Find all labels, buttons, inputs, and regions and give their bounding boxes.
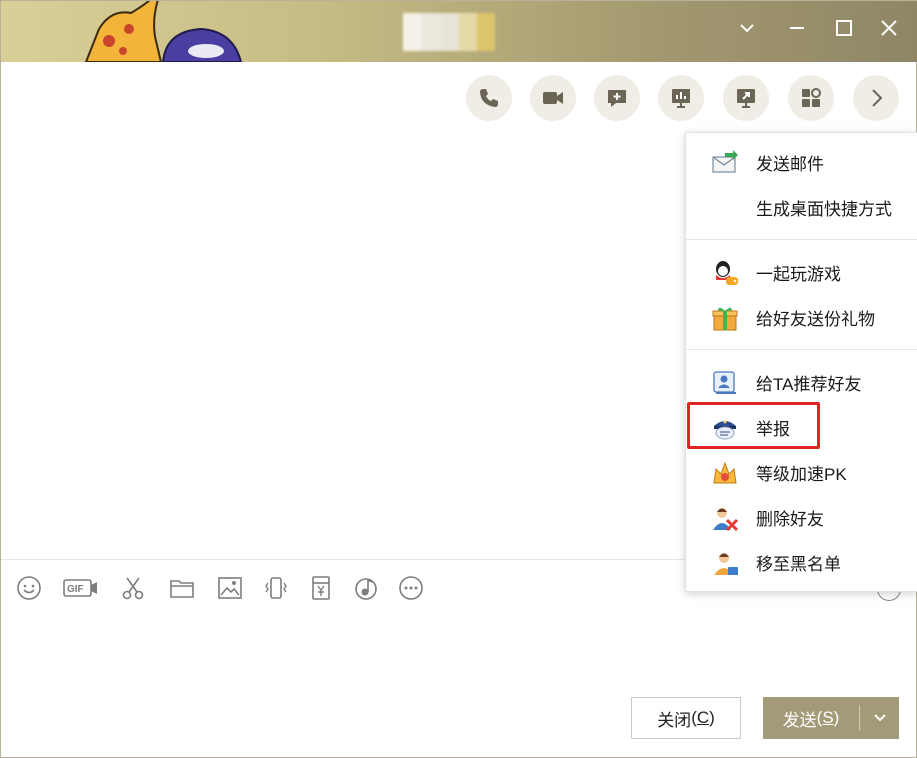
chat-window: GIF 关闭(C) 发送(S) 发送邮件 生成桌面快捷方式 一起玩游戏 给好友送… — [0, 0, 917, 758]
blurred-title — [403, 13, 498, 51]
menu-item-send-email[interactable]: 发送邮件 — [686, 142, 917, 182]
menu-divider — [686, 349, 917, 350]
send-button-label: 发送 — [782, 710, 817, 730]
chevron-down-icon[interactable] — [733, 14, 761, 42]
send-options-dropdown[interactable] — [860, 697, 899, 739]
chevron-right-icon[interactable] — [853, 75, 899, 121]
police-report-icon — [714, 420, 736, 440]
minimize-icon[interactable] — [783, 14, 811, 42]
emoji-icon[interactable] — [14, 573, 44, 603]
whiteboard-icon[interactable] — [658, 75, 704, 121]
screen-share-icon[interactable] — [723, 75, 769, 121]
background-artwork — [84, 1, 243, 62]
menu-item-play-game[interactable]: 一起玩游戏 — [686, 252, 917, 292]
blacklist-icon — [714, 553, 738, 575]
game-icon — [716, 261, 738, 285]
close-button-label: 关闭 — [657, 710, 692, 730]
scissors-icon[interactable] — [118, 573, 148, 603]
video-call-icon[interactable] — [530, 75, 576, 121]
maximize-icon[interactable] — [830, 14, 858, 42]
menu-divider — [686, 239, 917, 240]
send-button[interactable]: 发送(S) — [763, 697, 859, 739]
send-button-group: 发送(S) — [763, 697, 899, 739]
delete-friend-icon — [713, 508, 739, 532]
crown-icon — [713, 461, 737, 484]
close-icon[interactable] — [875, 14, 903, 42]
gift-icon — [712, 307, 738, 331]
menu-item-recommend-friend[interactable]: 给TA推荐好友 — [686, 362, 917, 402]
menu-item-blacklist[interactable]: 移至黑名单 — [686, 542, 917, 582]
svg-text:GIF: GIF — [67, 584, 84, 595]
message-input[interactable] — [1, 611, 917, 691]
menu-item-send-gift[interactable]: 给好友送份礼物 — [686, 297, 917, 337]
apps-icon[interactable] — [788, 75, 834, 121]
recommend-contact-icon — [713, 371, 736, 394]
more-icon[interactable] — [396, 573, 426, 603]
gif-icon[interactable]: GIF — [63, 573, 99, 603]
mail-icon — [712, 150, 738, 173]
folder-icon[interactable] — [167, 573, 197, 603]
menu-item-level-pk[interactable]: 等级加速PK — [686, 452, 917, 492]
chat-bubble-plus-icon[interactable] — [594, 75, 640, 121]
image-icon[interactable] — [215, 573, 245, 603]
menu-item-desktop-shortcut[interactable]: 生成桌面快捷方式 — [686, 187, 917, 227]
title-bar — [1, 1, 917, 62]
chevron-down-icon — [873, 714, 886, 722]
shake-icon[interactable] — [261, 573, 291, 603]
menu-item-delete-friend[interactable]: 删除好友 — [686, 497, 917, 537]
message-area — [1, 131, 681, 556]
close-button[interactable]: 关闭(C) — [631, 697, 741, 739]
phone-icon[interactable] — [466, 75, 512, 121]
music-icon[interactable] — [351, 573, 381, 603]
menu-item-report[interactable]: 举报 — [686, 407, 917, 447]
more-options-menu: 发送邮件 生成桌面快捷方式 一起玩游戏 给好友送份礼物 给TA推荐好友 举报 等… — [685, 132, 917, 592]
red-packet-icon[interactable] — [306, 573, 336, 603]
